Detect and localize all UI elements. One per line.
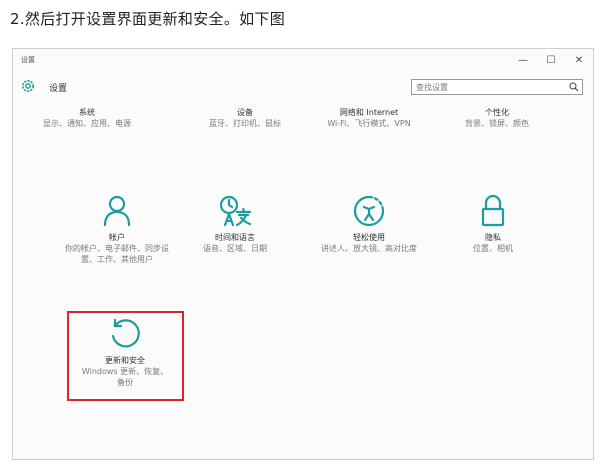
tile-desc: 语音、区域、日期 bbox=[203, 244, 267, 253]
tile-system[interactable]: 系统 显示、通知、应用、电源 bbox=[27, 107, 147, 129]
window-controls: — ☐ ✕ bbox=[509, 49, 593, 73]
settings-window: 设置 — ☐ ✕ 设置 查找设置 系统 显示、通知、应用、电源 设备 蓝牙、打印… bbox=[12, 48, 594, 460]
lock-icon bbox=[481, 194, 505, 227]
tile-title: 帐户 bbox=[109, 233, 125, 242]
search-icon[interactable] bbox=[569, 82, 579, 92]
article-heading: 2.然后打开设置界面更新和安全。如下图 bbox=[10, 10, 286, 28]
tile-title: 时间和语言 bbox=[215, 233, 255, 242]
tile-desc: 背景、锁屏、颜色 bbox=[465, 119, 529, 128]
tile-desc: 你的帐户、电子邮件、同步设置、工作、其他用户 bbox=[65, 244, 169, 264]
highlight-box bbox=[67, 311, 184, 401]
tile-time-language[interactable]: 时间和语言 语音、区域、日期 bbox=[175, 194, 295, 254]
tile-accounts[interactable]: 帐户 你的帐户、电子邮件、同步设置、工作、其他用户 bbox=[57, 194, 177, 265]
page: 2.然后打开设置界面更新和安全。如下图 设置 — ☐ ✕ 设置 查找设置 系统 … bbox=[0, 0, 600, 466]
tile-desc: 讲述人、放大镜、高对比度 bbox=[321, 244, 417, 253]
search-input[interactable]: 查找设置 bbox=[411, 79, 583, 95]
minimize-button[interactable]: — bbox=[509, 49, 537, 71]
tile-title: 隐私 bbox=[485, 233, 501, 242]
maximize-button[interactable]: ☐ bbox=[537, 49, 565, 71]
search-placeholder: 查找设置 bbox=[416, 83, 448, 92]
ease-of-access-icon bbox=[353, 195, 385, 227]
title-bar: 设置 — ☐ ✕ bbox=[13, 49, 593, 73]
tile-desc: 显示、通知、应用、电源 bbox=[43, 119, 131, 128]
app-title: 设置 bbox=[49, 84, 68, 94]
tile-network[interactable]: 网络和 Internet Wi-Fi、飞行模式、VPN bbox=[309, 107, 429, 129]
close-button[interactable]: ✕ bbox=[565, 49, 593, 71]
time-language-icon bbox=[219, 195, 252, 227]
app-header: 设置 查找设置 bbox=[13, 75, 593, 101]
gear-icon bbox=[22, 80, 34, 92]
tile-ease-of-access[interactable]: 轻松使用 讲述人、放大镜、高对比度 bbox=[309, 194, 429, 254]
tile-desc: Wi-Fi、飞行模式、VPN bbox=[327, 119, 411, 128]
tile-desc: 位置、相机 bbox=[473, 244, 513, 253]
tile-title: 网络和 Internet bbox=[339, 108, 399, 117]
tile-devices[interactable]: 设备 蓝牙、打印机、鼠标 bbox=[185, 107, 305, 129]
tile-personalization[interactable]: 个性化 背景、锁屏、颜色 bbox=[437, 107, 557, 129]
tile-title: 系统 bbox=[79, 108, 95, 117]
tile-title: 个性化 bbox=[485, 108, 509, 117]
tile-title: 轻松使用 bbox=[353, 233, 385, 242]
tile-title: 设备 bbox=[237, 108, 253, 117]
person-icon bbox=[103, 195, 131, 227]
tile-privacy[interactable]: 隐私 位置、相机 bbox=[433, 194, 553, 254]
tile-desc: 蓝牙、打印机、鼠标 bbox=[209, 119, 281, 128]
window-title: 设置 bbox=[21, 56, 35, 64]
